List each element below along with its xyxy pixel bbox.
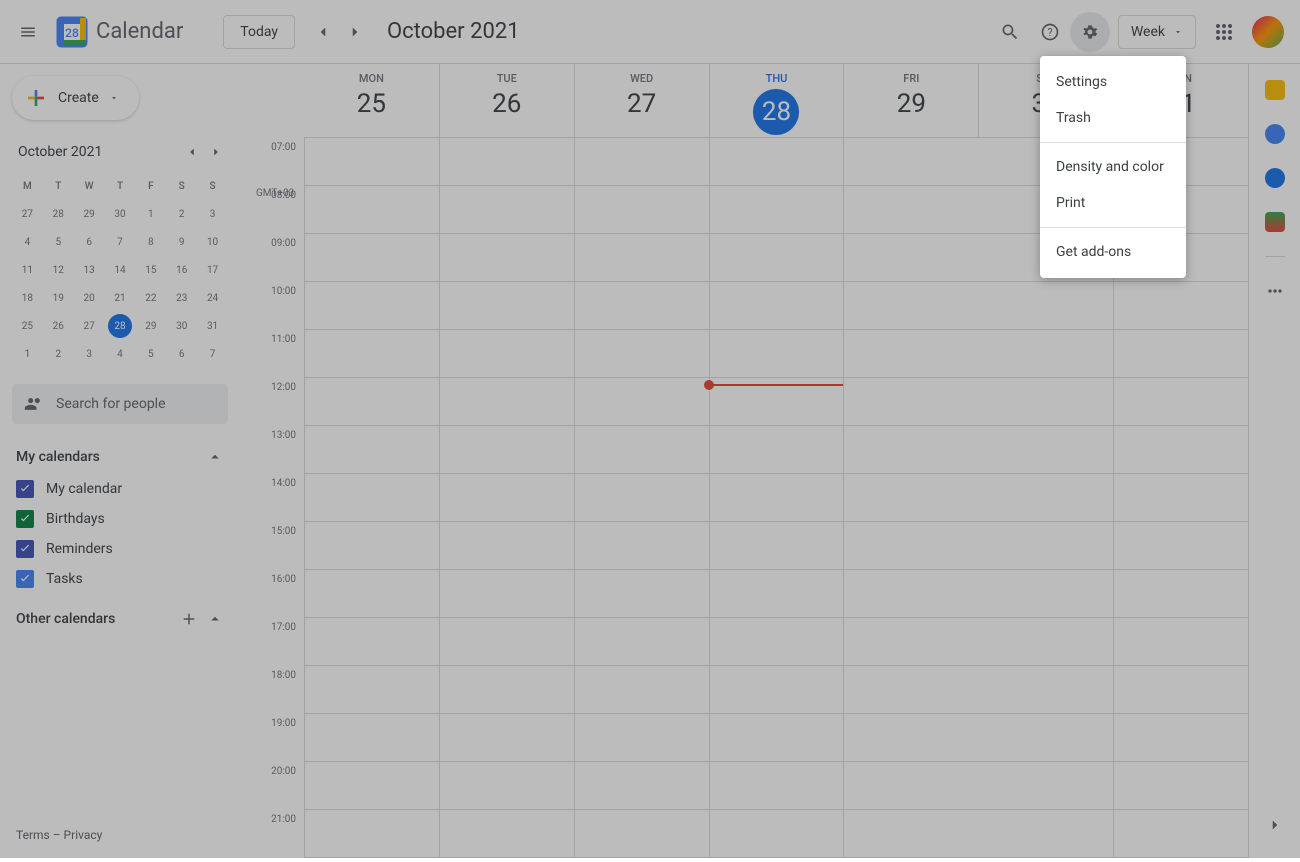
menu-print[interactable]: Print [1040, 185, 1186, 221]
menu-trash[interactable]: Trash [1040, 100, 1186, 136]
menu-separator [1040, 227, 1186, 228]
menu-density[interactable]: Density and color [1040, 149, 1186, 185]
menu-addons[interactable]: Get add-ons [1040, 234, 1186, 270]
settings-menu: Settings Trash Density and color Print G… [1040, 56, 1186, 278]
menu-separator [1040, 142, 1186, 143]
menu-settings[interactable]: Settings [1040, 64, 1186, 100]
